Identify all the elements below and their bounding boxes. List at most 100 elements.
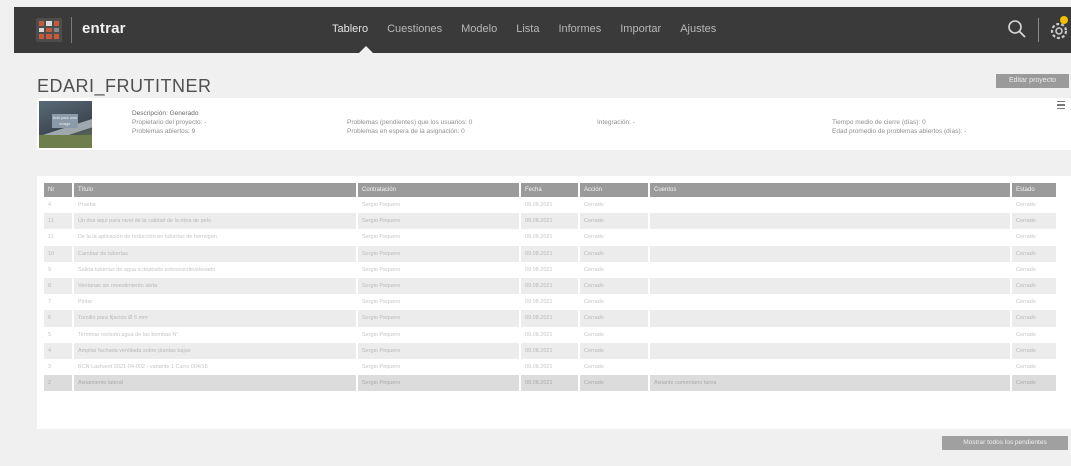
table-cell: 5 (48, 331, 52, 338)
issues-table-panel: Nr Título Contratación Fecha Acción Cuentos Es… (37, 176, 1071, 429)
table-cell (649, 327, 1011, 343)
table-cell: 3 (48, 363, 52, 370)
nav-item-tablero[interactable]: Tablero (332, 23, 368, 35)
project-info-card: Add your own image Descripción: Generado… (37, 98, 1071, 150)
notification-dot-icon[interactable] (1060, 16, 1068, 24)
table-row[interactable]: 4 Prueba Sergio Pequero 09.08.2021 Cerrado Ce… (44, 197, 1057, 213)
table-cell: 11 (44, 213, 73, 230)
table-cell: Tornillo para fijación Ø 6 mm (73, 310, 357, 327)
table-cell: Ventanas sin revestimiento aleta (73, 277, 357, 295)
table-cell: Sergio Pequero (357, 277, 520, 295)
table-cell (649, 213, 1011, 230)
table-cell (649, 342, 1011, 359)
table-cell: Cerrado (1011, 375, 1057, 392)
table-cell (649, 294, 1011, 310)
table-cell: Cerrado (584, 234, 604, 241)
project-owner: Propietario del proyecto: - (132, 119, 207, 126)
column-header-0[interactable]: Nr (44, 183, 74, 197)
table-cell: Cerrado (584, 363, 604, 370)
table-cell: Sergio Pequero (357, 245, 520, 262)
table-cell: Cerrado (1016, 331, 1036, 338)
nav-item-lista[interactable]: Lista (516, 23, 539, 35)
column-header-3[interactable]: Fecha (520, 183, 580, 197)
table-cell: 4 (44, 342, 73, 359)
table-cell: 09.08.2021 (520, 310, 579, 327)
table-cell: 11 (48, 234, 54, 241)
table-cell: 6 (44, 310, 73, 327)
column-header-5[interactable]: Cuentos (649, 183, 1012, 197)
edit-project-button[interactable]: Editar proyecto (996, 74, 1069, 88)
issues-table: Nr Título Contratación Fecha Acción Cuentos Es… (44, 183, 1058, 392)
brand-name[interactable]: entrar (82, 20, 126, 37)
table-row[interactable]: 6 Tornillo para fijación Ø 6 mm Sergio Peq… (44, 310, 1057, 327)
nav-item-importar[interactable]: Importar (620, 23, 661, 35)
table-cell: Cerrado (579, 277, 649, 295)
table-cell: Terminar revisión agua de las bombas N° (78, 331, 179, 338)
table-cell: 09.08.2021 (520, 277, 579, 295)
toolbar-divider (1038, 18, 1039, 42)
logo-divider (71, 17, 72, 43)
table-cell: 4 (48, 202, 52, 209)
table-row[interactable]: 11 Un dos aquí para nivel de la calidad d… (44, 213, 1057, 230)
table-cell: Sergio Pequero (362, 234, 401, 241)
table-cell: 09.08.2021 (520, 245, 579, 262)
nav-item-ajustes[interactable]: Ajustes (680, 23, 716, 35)
nav-item-informes[interactable]: Informes (558, 23, 601, 35)
table-row[interactable]: 11 De la la aplicación de reducción en tu… (44, 229, 1057, 245)
app-logo-icon[interactable] (36, 18, 62, 42)
show-all-pending-button[interactable]: Mostrar todos los pendientes (942, 436, 1068, 450)
table-row[interactable]: 9 Salida tuberías de agua a depósito sobr… (44, 262, 1057, 278)
table-cell: Prueba (78, 202, 96, 209)
table-cell: Sergio Pequero (362, 266, 401, 273)
table-row[interactable]: 5 Terminar revisión agua de las bombas N°… (44, 327, 1057, 343)
column-header-4[interactable]: Acción (579, 183, 650, 197)
table-row[interactable]: 3 BCN Lasfuent 2021-04-002 - variante 1 C… (44, 359, 1057, 375)
project-thumbnail[interactable]: Add your own image (39, 101, 92, 148)
active-tab-caret-icon (359, 46, 373, 53)
nav-item-modelo[interactable]: Modelo (461, 23, 497, 35)
top-navigation-bar: entrar Tablero Cuestiones Modelo Lista Infor… (14, 7, 1071, 53)
table-cell: 7 (48, 299, 52, 306)
table-row[interactable]: 10 Cambiar de tuberías Sergio Pequero 09.08… (44, 245, 1057, 262)
project-description: Descripción: Generado (132, 110, 199, 117)
table-cell: 09.08.2021 (525, 234, 553, 241)
column-header-2[interactable]: Contratación (357, 183, 521, 197)
table-cell: 09.08.2021 (520, 342, 579, 359)
table-row[interactable]: 8 Ventanas sin revestimiento aleta Sergio … (44, 277, 1057, 295)
table-cell (649, 245, 1011, 262)
table-cell: Un dos aquí para nivel de la calidad de … (73, 213, 357, 230)
nav-item-cuestiones[interactable]: Cuestiones (387, 23, 442, 35)
table-cell: Cerrado (579, 375, 649, 392)
avg-close-time: Tiempo medio de cierre (días): 0 (832, 119, 926, 126)
table-cell: Cerrado (584, 266, 604, 273)
column-header-1[interactable]: Título (73, 183, 358, 197)
table-cell: Cerrado (579, 310, 649, 327)
table-cell: Sergio Pequero (357, 342, 520, 359)
table-cell (649, 262, 1011, 278)
table-cell: Cerrado (1011, 245, 1057, 262)
table-cell: Pintar (78, 299, 93, 306)
table-cell: Salida tuberías de agua a depósito sobre… (78, 266, 216, 273)
table-cell: Cerrado (579, 245, 649, 262)
table-cell: Cerrado (579, 213, 649, 230)
table-cell: 09.08.2021 (525, 331, 553, 338)
table-cell: Cerrado (1011, 277, 1057, 295)
table-cell: Ampliar fachada ventilada sobre plantas … (73, 342, 357, 359)
table-cell: 2 (44, 375, 73, 392)
table-cell: 09.08.2021 (525, 299, 553, 306)
table-cell: Sergio Pequero (362, 202, 401, 209)
table-row[interactable]: 7 Pintar Sergio Pequero 09.08.2021 Cerrado Ce… (44, 294, 1057, 310)
main-nav: Tablero Cuestiones Modelo Lista Informes Impo… (332, 23, 716, 35)
table-row[interactable]: 4 Ampliar fachada ventilada sobre plantas… (44, 342, 1057, 359)
table-row[interactable]: 2 Aislamiento lateral Sergio Pequero 09.08.… (44, 375, 1057, 392)
hamburger-menu-icon[interactable] (1057, 101, 1065, 109)
table-cell: Sergio Pequero (357, 310, 520, 327)
table-cell (649, 277, 1011, 295)
search-icon[interactable] (1007, 19, 1027, 39)
table-cell: Cerrado (1016, 234, 1036, 241)
table-cell: Aislante comentario tarea (649, 375, 1011, 392)
table-cell (649, 359, 1011, 375)
column-header-6[interactable]: Estado (1011, 183, 1058, 197)
project-title: EDARI_FRUTITNER (37, 76, 212, 96)
table-cell (649, 310, 1011, 327)
